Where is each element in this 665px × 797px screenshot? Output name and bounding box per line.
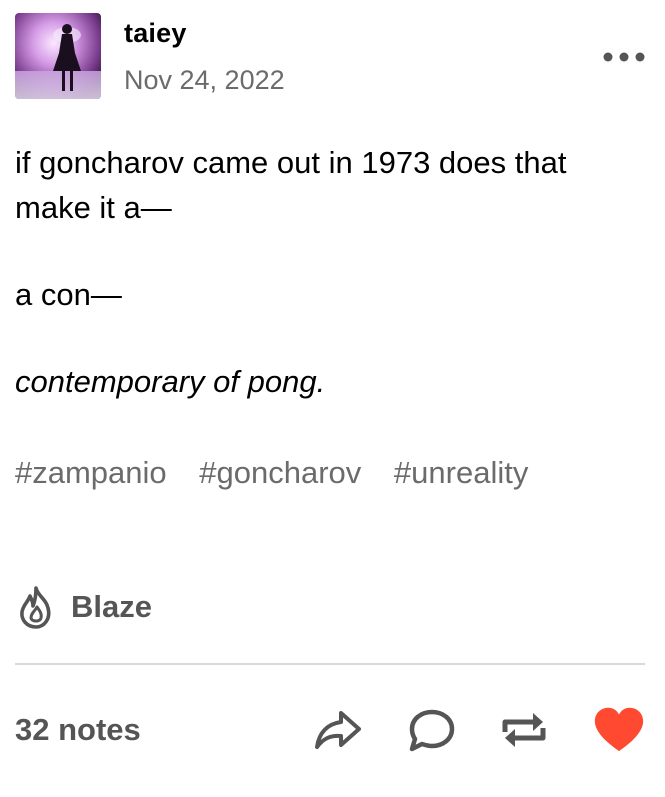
heart-icon (594, 707, 644, 752)
reblog-button[interactable] (496, 700, 552, 760)
blaze-label: Blaze (71, 589, 152, 624)
post-tags: #zampanio #goncharov #unreality (15, 455, 552, 491)
post-card: taiey Nov 24, 2022 if goncharov came out… (0, 0, 665, 797)
tag-link[interactable]: #unreality (394, 455, 528, 490)
post-timestamp[interactable]: Nov 24, 2022 (124, 65, 285, 96)
blaze-button[interactable]: Blaze (13, 582, 152, 632)
more-options-button[interactable] (600, 45, 648, 69)
share-icon (315, 711, 361, 749)
post-paragraph: contemporary of pong. (15, 364, 326, 399)
share-button[interactable] (310, 700, 366, 760)
post-body: if goncharov came out in 1973 does that … (15, 140, 645, 446)
flame-icon (20, 586, 51, 629)
avatar-image (15, 13, 101, 99)
post-actions (0, 700, 665, 760)
post-paragraph: a con— (15, 277, 122, 312)
reblog-icon (502, 713, 546, 747)
comment-icon (409, 709, 455, 752)
author-username[interactable]: taiey (124, 18, 187, 49)
more-options-icon (603, 52, 645, 62)
avatar[interactable] (15, 13, 101, 99)
reply-button[interactable] (404, 700, 460, 760)
tag-link[interactable]: #zampanio (15, 455, 167, 490)
divider (15, 663, 645, 665)
post-paragraph: if goncharov came out in 1973 does that … (15, 145, 567, 225)
like-button[interactable] (591, 700, 647, 760)
tag-link[interactable]: #goncharov (199, 455, 361, 490)
